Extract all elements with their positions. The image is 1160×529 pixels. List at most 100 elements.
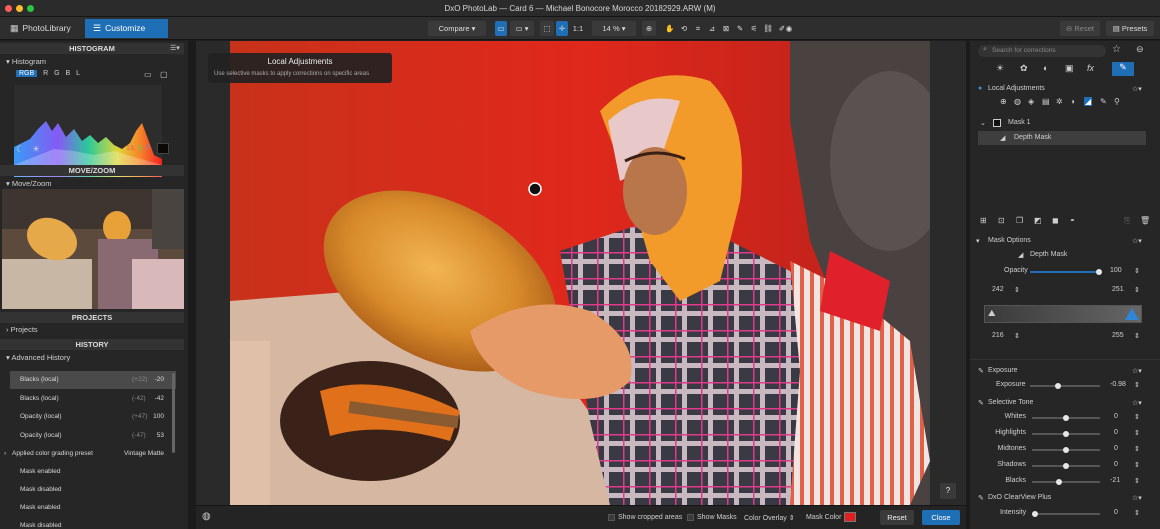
channel-l[interactable]: L bbox=[76, 70, 80, 77]
history-item[interactable]: › Applied color grading preset Vintage M… bbox=[4, 445, 176, 463]
invert-mask-icon[interactable]: ◩ bbox=[1034, 216, 1042, 225]
show-masks-checkbox[interactable] bbox=[687, 514, 694, 521]
close-button[interactable]: Close bbox=[922, 510, 960, 525]
presets-button[interactable]: ▤ Presets bbox=[1106, 21, 1154, 36]
compare-button[interactable]: Compare ▾ bbox=[428, 21, 486, 36]
rotate-tool-button[interactable]: ⟲ bbox=[678, 21, 690, 36]
crop-fit-button[interactable]: ⬚ bbox=[540, 21, 554, 36]
pipette-icon[interactable]: ⚲ bbox=[1114, 97, 1120, 106]
perspective-tool-button[interactable]: ⊠ bbox=[720, 21, 732, 36]
brush-mask-icon[interactable]: ◍ bbox=[1014, 97, 1021, 106]
depth-range-slider[interactable]: ⛰ bbox=[984, 305, 1142, 323]
tone-knob[interactable] bbox=[1063, 415, 1069, 421]
exposure-value[interactable]: -0.98 bbox=[1110, 381, 1126, 388]
opacity-knob[interactable] bbox=[1096, 269, 1102, 275]
tone-value[interactable]: 0 bbox=[1114, 429, 1118, 436]
range-handle[interactable] bbox=[1125, 308, 1139, 320]
control-point-icon[interactable]: ⊕ bbox=[1000, 97, 1007, 106]
zoom-select[interactable]: 14 % ▾ bbox=[592, 21, 636, 36]
local-adjust-tab-icon[interactable]: ✎ bbox=[1112, 62, 1134, 76]
repair-tool-button[interactable]: ✎ bbox=[734, 21, 746, 36]
tone-knob[interactable] bbox=[1063, 447, 1069, 453]
history-item[interactable]: Opacity (local) (+47) 100 bbox=[10, 408, 176, 426]
local-adjust-tool-button[interactable]: ⚟ bbox=[748, 21, 760, 36]
range-high-stepper[interactable]: ⇕ bbox=[1134, 286, 1140, 294]
reset-bottom-button[interactable]: Reset bbox=[880, 510, 914, 525]
stepper-icon[interactable]: ⇕ bbox=[1134, 267, 1140, 275]
add-mask-icon[interactable]: ⊞ bbox=[980, 216, 987, 225]
effects-tab-icon[interactable]: fx bbox=[1087, 63, 1094, 73]
tone-stepper[interactable]: ⇕ bbox=[1134, 461, 1140, 469]
histogram-label[interactable]: ▾ Histogram bbox=[6, 57, 46, 66]
history-item[interactable]: Blacks (local) (-42) -42 bbox=[10, 390, 176, 408]
tone-slider[interactable] bbox=[1032, 463, 1100, 469]
menu-icon[interactable]: ☰▾ bbox=[170, 44, 180, 52]
move-zoom-label[interactable]: ▾ Move/Zoom bbox=[6, 179, 51, 188]
fill-mask-icon[interactable]: ◼ bbox=[1052, 216, 1059, 225]
tab-customize[interactable]: ☰ Customize bbox=[85, 19, 168, 38]
tone-knob[interactable] bbox=[1063, 463, 1069, 469]
detail-tab-icon[interactable]: ◐ bbox=[1043, 63, 1048, 73]
moon-icon[interactable]: ☾ bbox=[16, 144, 24, 155]
mask-color-swatch[interactable] bbox=[844, 512, 856, 522]
mask-visibility-checkbox[interactable] bbox=[993, 119, 1001, 127]
histogram-header[interactable]: HISTOGRAM bbox=[0, 43, 184, 54]
tone-stepper[interactable]: ⇕ bbox=[1134, 429, 1140, 437]
history-item[interactable]: Mask disabled bbox=[10, 481, 176, 499]
channel-b[interactable]: B bbox=[66, 70, 71, 77]
history-item[interactable]: Mask enabled bbox=[10, 463, 176, 481]
mask-shape-icon[interactable]: ◓ bbox=[1070, 216, 1075, 225]
light-tab-icon[interactable]: ☀ bbox=[996, 63, 1004, 74]
range-low2-stepper[interactable]: ⇕ bbox=[1014, 332, 1020, 340]
left-panel-divider[interactable] bbox=[188, 41, 196, 529]
show-cropped-checkbox[interactable] bbox=[608, 514, 615, 521]
hand-tool-button[interactable]: ✋ bbox=[664, 21, 676, 36]
channel-g[interactable]: G bbox=[54, 70, 59, 77]
intensity-knob[interactable] bbox=[1032, 511, 1038, 517]
section-star-icon[interactable]: ☆▾ bbox=[1132, 85, 1142, 93]
projects-header[interactable]: PROJECTS bbox=[0, 312, 184, 323]
history-header[interactable]: HISTORY bbox=[0, 339, 184, 350]
single-view-button[interactable]: ▭ bbox=[495, 21, 507, 36]
intensity-stepper[interactable]: ⇕ bbox=[1134, 509, 1140, 517]
history-item[interactable]: Mask disabled bbox=[10, 517, 176, 529]
preview-eye-button[interactable]: ◉ bbox=[783, 21, 795, 36]
reset-button[interactable]: ⊖ Reset bbox=[1060, 21, 1100, 36]
intensity-slider[interactable] bbox=[1032, 511, 1100, 517]
luminance-mask-icon[interactable]: ◑ bbox=[1070, 97, 1075, 106]
paint-icon[interactable]: ✎ bbox=[1100, 97, 1107, 106]
tone-knob[interactable] bbox=[1056, 479, 1062, 485]
tone-value[interactable]: 0 bbox=[1114, 461, 1118, 468]
opacity-value[interactable]: 100 bbox=[1110, 267, 1122, 274]
range-low2-value[interactable]: 216 bbox=[992, 332, 1004, 339]
tone-value[interactable]: 0 bbox=[1114, 413, 1118, 420]
link-tool-button[interactable]: ⛓ bbox=[762, 21, 774, 36]
range-high2-value[interactable]: 255 bbox=[1112, 332, 1124, 339]
toggle-panel-icon[interactable]: ⊖ bbox=[1136, 44, 1144, 55]
history-label[interactable]: ▾ Advanced History bbox=[6, 353, 70, 362]
history-item[interactable]: Blacks (local) (+22) -20 bbox=[10, 371, 176, 389]
image-viewer[interactable]: Local Adjustments Use selective masks to… bbox=[196, 41, 966, 529]
move-zoom-header[interactable]: MOVE/ZOOM bbox=[0, 165, 184, 176]
navigator-thumbnail[interactable] bbox=[2, 189, 184, 309]
sun-icon[interactable]: ☀ bbox=[32, 144, 40, 155]
tone-slider[interactable] bbox=[1032, 415, 1100, 421]
range-high-value[interactable]: 251 bbox=[1112, 286, 1124, 293]
dual-view-button[interactable]: ▭ ▾ bbox=[510, 21, 534, 36]
tone-stepper[interactable]: ⇕ bbox=[1134, 413, 1140, 421]
help-button[interactable]: ? bbox=[940, 483, 956, 499]
tone-value[interactable]: -21 bbox=[1110, 477, 1120, 484]
eraser-icon[interactable]: ◈ bbox=[1028, 97, 1034, 106]
exposure-knob[interactable] bbox=[1055, 383, 1061, 389]
tone-stepper[interactable]: ⇕ bbox=[1134, 477, 1140, 485]
color-tab-icon[interactable]: ✿ bbox=[1020, 63, 1028, 74]
graduated-filter-icon[interactable]: ▤ bbox=[1042, 97, 1050, 106]
exposure-slider[interactable] bbox=[1030, 383, 1100, 389]
soft-proof-icon[interactable]: ▢ bbox=[160, 70, 168, 79]
range-low-value[interactable]: 242 bbox=[992, 286, 1004, 293]
history-item[interactable]: Mask enabled bbox=[10, 499, 176, 517]
geometry-tab-icon[interactable]: ▣ bbox=[1065, 63, 1074, 74]
trash-icon[interactable]: 🗑 bbox=[1140, 216, 1150, 225]
crop-tool-button[interactable]: ⌗ bbox=[692, 21, 704, 36]
tone-stepper[interactable]: ⇕ bbox=[1134, 445, 1140, 453]
